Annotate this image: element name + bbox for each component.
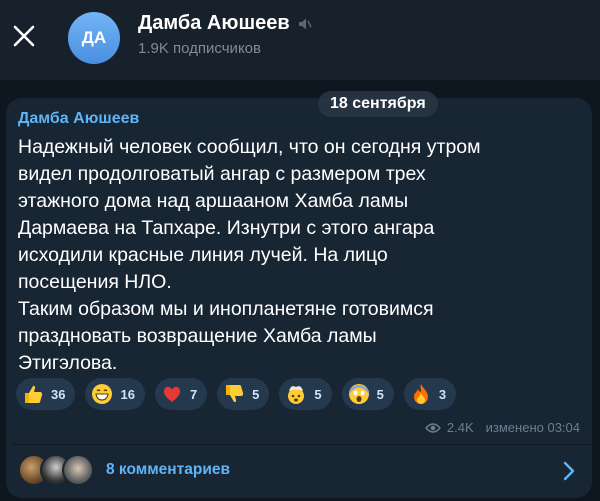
subscriber-count: 1.9K подписчиков xyxy=(138,40,261,57)
channel-name-text: Дамба Аюшеев xyxy=(138,12,290,34)
view-count: 2.4K xyxy=(446,420,474,435)
reaction-count: 5 xyxy=(314,386,322,402)
screaming-face-icon xyxy=(347,382,371,406)
reaction-fire[interactable]: 3 xyxy=(403,378,457,410)
thumbs-up-icon xyxy=(21,382,45,406)
reactions-bar: 36 16 7 5 5 5 3 xyxy=(16,378,457,410)
reaction-count: 7 xyxy=(189,386,198,402)
reaction-grin[interactable]: 16 xyxy=(85,378,145,410)
comments-button[interactable]: 8 комментариев xyxy=(6,448,592,494)
avatar xyxy=(62,454,94,486)
edited-timestamp: изменено 03:04 xyxy=(485,420,580,435)
reaction-screaming[interactable]: 5 xyxy=(341,378,394,410)
date-separator: 18 сентября xyxy=(318,91,438,117)
exploding-head-icon xyxy=(284,382,308,406)
chat-header: ДА Дамба Аюшеев 1.9K подписчиков xyxy=(0,0,600,80)
reaction-thumbs-up[interactable]: 36 xyxy=(16,378,76,410)
reaction-exploding-head[interactable]: 5 xyxy=(279,378,332,410)
message-meta: 2.4K изменено 03:04 xyxy=(424,420,580,435)
reaction-thumbs-down[interactable]: 5 xyxy=(217,378,270,410)
reaction-count: 5 xyxy=(376,386,384,402)
eye-icon xyxy=(424,422,441,433)
muted-speaker-icon xyxy=(298,18,312,29)
chevron-right-icon xyxy=(563,461,575,481)
grinning-face-icon xyxy=(90,382,114,406)
avatar-initials: ДА xyxy=(81,28,107,47)
comments-divider xyxy=(12,444,598,445)
comments-count-label: 8 комментариев xyxy=(106,461,231,478)
reaction-count: 3 xyxy=(438,386,447,402)
fire-icon xyxy=(409,382,433,406)
channel-title[interactable]: Дамба Аюшеев xyxy=(138,12,312,35)
red-heart-icon xyxy=(160,382,184,406)
close-icon[interactable] xyxy=(10,22,38,50)
reaction-heart[interactable]: 7 xyxy=(154,378,208,410)
reaction-count: 5 xyxy=(252,386,260,402)
message-author[interactable]: Дамба Аюшеев xyxy=(18,110,139,128)
reaction-count: 16 xyxy=(120,386,135,402)
reaction-count: 36 xyxy=(51,386,66,402)
thumbs-down-icon xyxy=(222,382,246,406)
commenter-avatars xyxy=(18,454,108,486)
message-bubble[interactable]: Дамба Аюшеев Надежный человек сообщил, ч… xyxy=(6,98,598,498)
channel-avatar[interactable]: ДА xyxy=(68,12,120,64)
message-text: Надежный человек сообщил, что он сегодня… xyxy=(18,136,481,374)
